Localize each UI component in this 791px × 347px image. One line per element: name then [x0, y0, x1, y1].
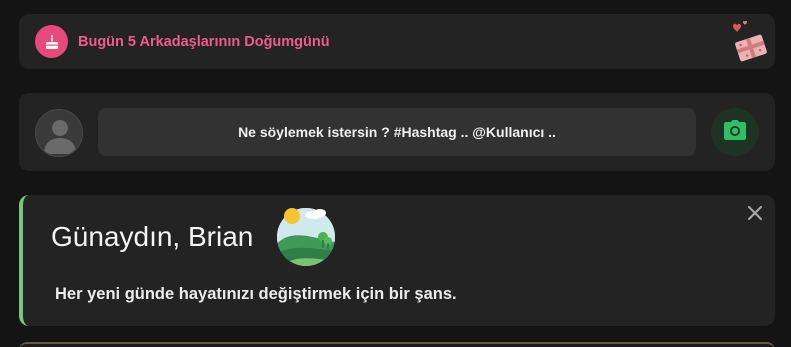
greeting-card: Günaydın, Brian Her yeni günde hayatınız…: [19, 195, 775, 326]
birthday-cake-icon: [35, 25, 68, 58]
close-button[interactable]: [745, 205, 765, 225]
post-input[interactable]: Ne söylemek istersin ? #Hashtag .. @Kull…: [98, 108, 696, 156]
camera-icon: [723, 119, 747, 146]
next-card-edge: [19, 342, 775, 347]
avatar[interactable]: [35, 109, 83, 157]
morning-landscape-icon: [276, 207, 336, 267]
birthday-banner[interactable]: Bugün 5 Arkadaşlarının Doğumgünü: [19, 14, 775, 69]
close-icon: [748, 205, 762, 225]
gift-hearts-icon: [725, 20, 769, 64]
greeting-subtitle: Her yeni günde hayatınızı değiştirmek iç…: [55, 285, 457, 303]
post-composer: Ne söylemek istersin ? #Hashtag .. @Kull…: [19, 93, 775, 171]
camera-button[interactable]: [711, 108, 759, 156]
greeting-title: Günaydın, Brian: [51, 221, 254, 252]
birthday-text[interactable]: Bugün 5 Arkadaşlarının Doğumgünü: [78, 34, 330, 50]
